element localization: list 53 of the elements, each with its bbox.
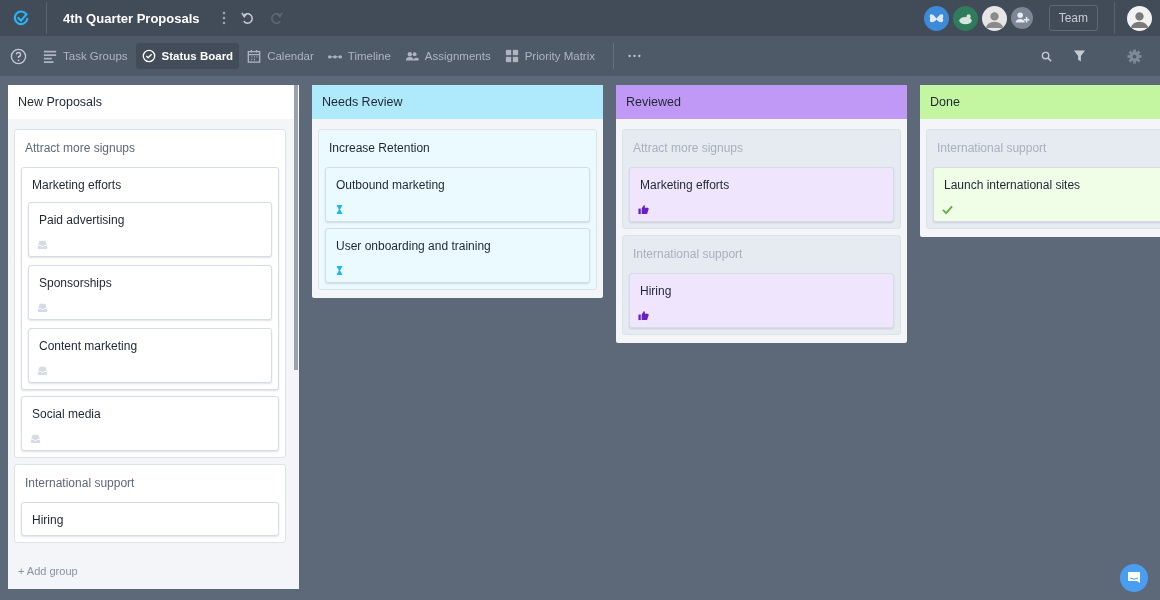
people-icon bbox=[404, 49, 419, 63]
task-card[interactable]: Outbound marketing bbox=[325, 167, 590, 222]
task-title: Paid advertising bbox=[38, 213, 126, 229]
task-card[interactable]: Launch international sites bbox=[933, 167, 1160, 222]
check-circle-icon bbox=[141, 49, 156, 63]
view-tab[interactable]: Priority Matrix bbox=[498, 43, 601, 69]
search-icon[interactable] bbox=[1041, 50, 1052, 62]
group-title[interactable]: Increase Retention bbox=[325, 140, 590, 161]
filter-icon[interactable] bbox=[1074, 50, 1085, 62]
profile-avatar[interactable] bbox=[1127, 5, 1152, 31]
view-tab[interactable]: Timeline bbox=[321, 43, 397, 69]
user-avatar[interactable] bbox=[981, 5, 1007, 31]
task-title: Marketing efforts bbox=[639, 178, 731, 194]
task-title: Content marketing bbox=[38, 339, 139, 355]
more-options-icon[interactable] bbox=[221, 11, 226, 25]
logo-icon[interactable] bbox=[12, 9, 30, 27]
task-title: Social media bbox=[31, 407, 102, 423]
undo-icon[interactable] bbox=[239, 10, 255, 26]
grid-icon bbox=[504, 49, 519, 63]
column-header: New Proposals bbox=[8, 85, 299, 119]
task-card[interactable]: Paid advertising bbox=[28, 202, 272, 257]
view-tab[interactable]: Status Board bbox=[135, 43, 240, 69]
task-card[interactable]: Marketing efforts Paid advertising Sponsorships Content marketing bbox=[21, 167, 279, 390]
scrollbar[interactable] bbox=[294, 85, 298, 370]
task-card[interactable]: Sponsorships bbox=[28, 265, 272, 320]
project-title[interactable]: 4th Quarter Proposals bbox=[63, 10, 200, 26]
butterfly-avatar-icon[interactable] bbox=[923, 5, 949, 31]
help-icon[interactable] bbox=[10, 47, 27, 65]
column-header: Reviewed bbox=[616, 85, 907, 119]
task-card[interactable]: Social media bbox=[21, 396, 279, 451]
add-user-icon[interactable] bbox=[1010, 7, 1033, 29]
column-header: Needs Review bbox=[312, 85, 603, 119]
task-title: Sponsorships bbox=[38, 276, 113, 292]
more-icon[interactable] bbox=[627, 54, 641, 58]
task-title: Hiring bbox=[31, 513, 65, 529]
task-title: Launch international sites bbox=[943, 178, 1082, 194]
frog-avatar-icon[interactable] bbox=[952, 5, 978, 31]
calendar-icon bbox=[247, 49, 262, 63]
task-title: Hiring bbox=[639, 284, 673, 300]
task-title: User onboarding and training bbox=[335, 239, 492, 255]
column-header: Done bbox=[920, 85, 1160, 119]
group-title[interactable]: Attract more signups bbox=[21, 140, 279, 161]
task-card[interactable]: Marketing efforts bbox=[629, 167, 894, 222]
chat-icon[interactable] bbox=[1120, 564, 1148, 592]
task-card[interactable]: Content marketing bbox=[28, 328, 272, 383]
list-icon bbox=[43, 49, 57, 63]
team-button[interactable]: Team bbox=[1048, 5, 1098, 31]
task-title: Marketing efforts bbox=[31, 178, 123, 194]
task-title: Outbound marketing bbox=[335, 178, 446, 194]
task-card[interactable]: Hiring bbox=[629, 273, 894, 328]
group-title[interactable]: International support bbox=[21, 475, 279, 496]
task-card[interactable]: Hiring bbox=[21, 502, 279, 536]
task-card[interactable]: User onboarding and training bbox=[325, 228, 590, 283]
